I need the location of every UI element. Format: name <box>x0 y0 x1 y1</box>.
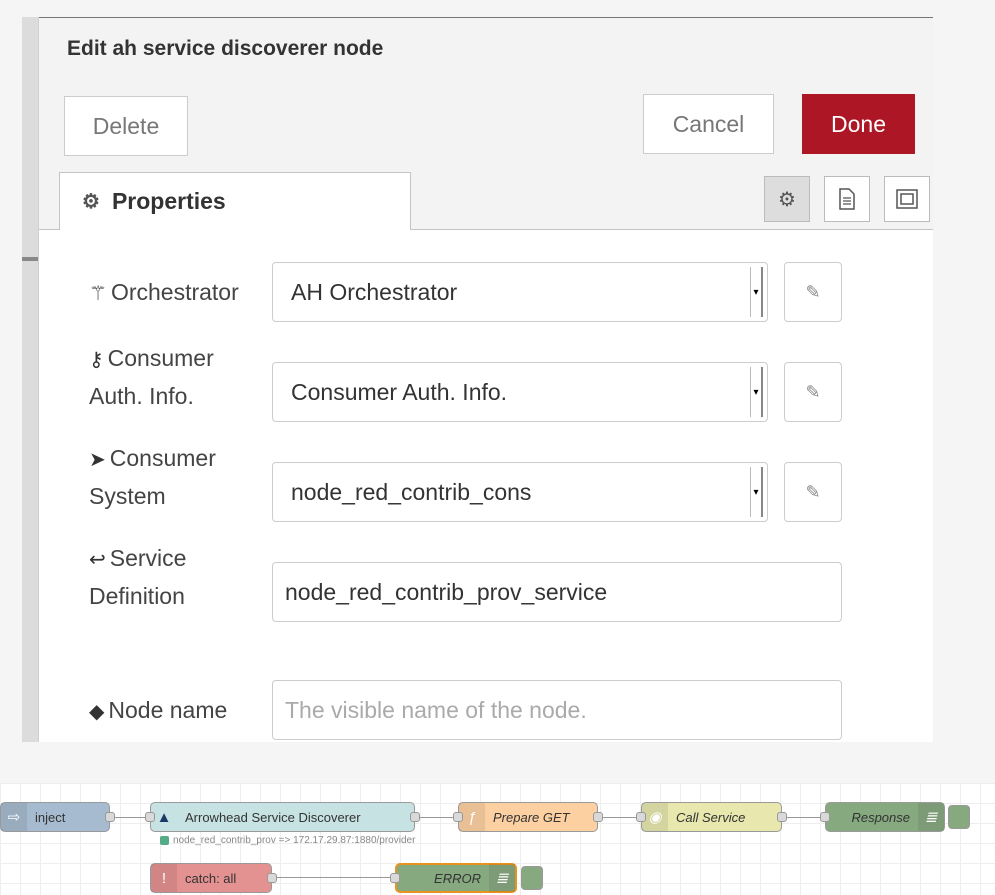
service-definition-label: ↩ Service Definition <box>89 545 187 609</box>
consumer-system-label: ➤ Consumer System <box>89 445 216 509</box>
dialog-title: Edit ah service discoverer node <box>67 37 384 60</box>
caret-down-icon: ▾ <box>750 367 763 417</box>
consumer-auth-row: ⚷ Consumer Auth. Info. Consumer Auth. Info… <box>39 345 933 424</box>
catch-node[interactable]: ! catch: all <box>150 863 272 893</box>
flow-canvas[interactable]: ⇨ inject ▲ Arrowhead Service Discoverer … <box>0 783 995 895</box>
list-icon: ≣ <box>918 803 944 831</box>
sidebar-gutter <box>22 17 39 742</box>
delete-button[interactable]: Delete <box>64 96 188 156</box>
debug-node-response[interactable]: Response ≣ <box>825 802 945 832</box>
debug-toggle-button[interactable] <box>948 805 970 829</box>
consumer-system-value: node_red_contrib_cons <box>291 478 532 505</box>
paper-plane-icon: ➤ <box>89 449 106 471</box>
consumer-system-row: ➤ Consumer System node_red_contrib_cons ▾ … <box>39 445 933 524</box>
edit-orchestrator-button[interactable]: ✎ <box>784 262 842 322</box>
edit-consumer-auth-button[interactable]: ✎ <box>784 362 842 422</box>
done-button[interactable]: Done <box>802 94 915 154</box>
pencil-icon: ✎ <box>805 281 821 302</box>
consumer-auth-value: Consumer Auth. Info. <box>291 378 508 405</box>
gear-icon: ⚙ <box>82 191 100 213</box>
node-status: node_red_contrib_prov => 172.17.29.87:18… <box>160 835 415 846</box>
tab-properties-label: Properties <box>111 188 226 214</box>
tag-icon: ◆ <box>89 701 105 723</box>
service-definition-input[interactable]: node_red_contrib_prov_service <box>272 562 842 622</box>
output-port[interactable] <box>593 812 603 822</box>
cancel-button[interactable]: Cancel <box>643 94 774 154</box>
magic-wand-icon: ⚚ <box>89 283 107 305</box>
service-discoverer-node[interactable]: ▲ Arrowhead Service Discoverer <box>150 802 415 832</box>
document-icon <box>839 188 855 210</box>
pencil-icon: ✎ <box>805 381 821 402</box>
dialog-toolbar: Delete Cancel Done <box>39 82 933 182</box>
frame-icon <box>896 189 918 209</box>
orchestrator-value: AH Orchestrator <box>291 278 458 305</box>
edit-dialog: Edit ah service discoverer node Delete C… <box>38 17 933 742</box>
list-icon: ≣ <box>489 864 515 892</box>
input-port[interactable] <box>820 812 830 822</box>
consumer-auth-label: ⚷ Consumer Auth. Info. <box>89 345 214 409</box>
edit-consumer-system-button[interactable]: ✎ <box>784 462 842 522</box>
node-name-label: ◆ Node name <box>89 697 228 723</box>
pencil-icon: ✎ <box>805 481 821 502</box>
gear-icon: ⚙ <box>778 188 796 211</box>
output-port[interactable] <box>777 812 787 822</box>
output-port[interactable] <box>105 812 115 822</box>
description-tab-button[interactable] <box>824 176 870 222</box>
orchestrator-row: ⚚ Orchestrator AH Orchestrator ▾ ✎ <box>39 262 933 324</box>
node-name-row: ◆ Node name The visible name of the node. <box>39 680 933 742</box>
caret-down-icon: ▾ <box>750 267 763 317</box>
inject-icon: ⇨ <box>1 803 27 831</box>
orchestrator-label: ⚚ Orchestrator <box>89 279 239 305</box>
wire <box>272 877 397 878</box>
output-port[interactable] <box>410 812 420 822</box>
input-port[interactable] <box>636 812 646 822</box>
debug-toggle-button[interactable] <box>521 866 543 890</box>
input-port[interactable] <box>145 812 155 822</box>
service-definition-row: ↩ Service Definition node_red_contrib_prov… <box>39 545 933 624</box>
appearance-tab-button[interactable] <box>884 176 930 222</box>
exclamation-icon: ! <box>151 864 177 892</box>
reply-arrow-icon: ↩ <box>89 549 106 571</box>
settings-tab-button[interactable]: ⚙ <box>764 176 810 222</box>
input-port[interactable] <box>453 812 463 822</box>
input-port[interactable] <box>390 873 400 883</box>
node-name-input[interactable]: The visible name of the node. <box>272 680 842 740</box>
orchestrator-select[interactable]: AH Orchestrator ▾ <box>272 262 768 322</box>
debug-node-error[interactable]: ERROR ≣ <box>395 863 517 893</box>
tab-properties[interactable]: ⚙ Properties <box>59 172 411 230</box>
consumer-system-select[interactable]: node_red_contrib_cons ▾ <box>272 462 768 522</box>
output-port[interactable] <box>267 873 277 883</box>
tab-bar: ⚙ Properties ⚙ <box>39 172 933 230</box>
consumer-auth-select[interactable]: Consumer Auth. Info. ▾ <box>272 362 768 422</box>
http-request-node[interactable]: ◉ Call Service <box>641 802 782 832</box>
key-icon: ⚷ <box>89 349 104 371</box>
caret-down-icon: ▾ <box>750 467 763 517</box>
function-node[interactable]: ƒ Prepare GET <box>458 802 598 832</box>
inject-node[interactable]: ⇨ inject <box>0 802 110 832</box>
status-dot <box>160 836 169 845</box>
dialog-header: Edit ah service discoverer node <box>39 17 933 83</box>
gutter-marker <box>22 257 38 261</box>
